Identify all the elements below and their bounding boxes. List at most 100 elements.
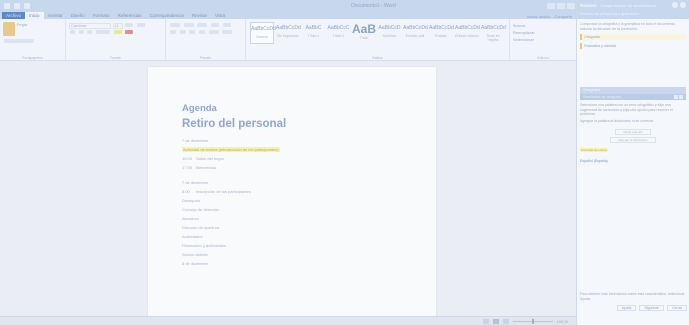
justify-button[interactable] [199,29,206,34]
font-color-button[interactable] [125,29,134,34]
document-line[interactable]: Discurso de apertura [182,223,402,232]
tab-correspondencia[interactable]: Correspondencia [146,12,188,19]
document-line[interactable]: Desayuno [182,196,402,205]
style-name: Texto en negrita [486,34,500,42]
font-name-select[interactable]: Cambria [69,22,111,29]
close-icon[interactable] [567,2,575,9]
tab-inicio[interactable]: Inicio [25,12,44,19]
document-line[interactable]: 7 de diciembre [182,178,402,187]
redo-icon[interactable] [24,2,30,9]
tab-insertar[interactable]: Insertar [44,12,67,19]
window-title: Documento1 - Word [351,2,396,9]
grow-font-button[interactable] [125,23,134,27]
style-normal[interactable]: AaBbCcDd Normal [250,22,276,44]
grammar-option-label: Gramática y claridad [584,44,617,48]
document-line[interactable]: Almuerzo [182,214,402,223]
numbering-button[interactable] [183,23,194,27]
strikethrough-button[interactable] [96,29,111,34]
document-line[interactable]: 8:00 Inscripción de los participantes [182,187,402,196]
paste-icon[interactable] [3,22,15,36]
decrease-indent-button[interactable] [211,23,220,27]
agenda-time: 8:00 [182,189,190,194]
ignore-once-button[interactable]: Omitir una vez [615,129,651,135]
document-line-text: 7 de diciembre [182,180,209,185]
seleccionar-button[interactable]: Seleccionar [513,36,573,43]
document-line[interactable]: Actividad de enlace (introducción de los… [182,145,402,154]
style-titulo[interactable]: AaB Título [352,22,376,44]
spelling-option[interactable]: Ortografía [580,34,686,40]
maximize-icon[interactable] [557,2,565,9]
style-enfasis-sutil[interactable]: AaBbCcDd Énfasis sutil [403,22,428,44]
bullets-button[interactable] [170,23,180,27]
underline-button[interactable] [87,29,93,34]
style-enfasis[interactable]: AaBbCcDd Énfasis [429,22,454,44]
line-spacing-button[interactable] [208,29,219,34]
document-line[interactable]: 16:00 Salón del hogar [182,154,402,163]
style-titulo-1[interactable]: AaBbC Título 1 [302,22,325,44]
ayuda-button[interactable]: Ayuda [616,305,637,311]
tab-formato[interactable]: Formato [89,12,114,19]
multilevel-button[interactable] [197,23,208,27]
document-title[interactable]: Agenda [182,103,402,114]
read-mode-icon[interactable] [482,318,489,324]
web-layout-icon[interactable] [502,318,509,324]
tab-diseno[interactable]: Diseño [67,12,89,19]
tab-referencias[interactable]: Referencias [114,12,146,19]
pane-header-link[interactable]: Comprobación de accesibilidad [601,3,657,8]
style-titulo-2[interactable]: AaBbCcC Título 2 [327,22,350,44]
document-line[interactable]: 17:30 Bienvenida [182,163,402,172]
style-sin-espaciado[interactable]: AaBbCcDd Sin espaciado [276,22,301,44]
style-name: Énfasis intenso [455,34,479,38]
font-size-select[interactable]: 11 [112,22,123,29]
close-pane-icon[interactable] [680,2,686,8]
print-layout-icon[interactable] [492,318,499,324]
style-enfasis-intenso[interactable]: AaBbCcDd Énfasis intenso [455,22,480,44]
siguiente-button[interactable]: Siguiente [639,305,665,311]
help-icon[interactable] [672,2,678,8]
document-subtitle[interactable]: Retiro del personal [182,118,402,130]
style-texto-en-negrita[interactable]: AaBbCcDd Texto en negrita [481,22,506,44]
align-right-button[interactable] [189,29,196,34]
save-icon[interactable] [4,2,10,9]
shrink-font-button[interactable] [137,23,146,27]
style-sample: AaBbCcDd [429,25,454,31]
undo-icon[interactable] [14,2,20,9]
style-name: Subtítulo [382,34,397,38]
document-line[interactable]: Consejo de dirección [182,205,402,214]
highlight-sample: Actividad de enlace [580,148,609,152]
grammar-option[interactable]: Gramática y claridad [580,43,686,49]
buscar-button[interactable]: Buscar [513,22,573,29]
document-page[interactable]: Agenda Retiro del personal 7 de diciembr… [148,67,436,316]
italic-button[interactable] [78,29,84,34]
cerrar-button[interactable]: Cerrar [667,305,687,311]
align-center-button[interactable] [179,29,186,34]
tab-revisar[interactable]: Revisar [188,12,211,19]
minimize-icon[interactable] [547,2,555,9]
align-left-button[interactable] [170,29,176,34]
agenda-time: 16:00 [182,156,193,161]
increase-indent-button[interactable] [222,23,231,27]
reemplazar-button[interactable]: Reemplazar [513,29,573,36]
document-line[interactable]: Planeación y actividades [182,241,402,250]
zoom-slider[interactable] [512,318,553,324]
language-label[interactable]: Español (España) [580,159,686,164]
zoom-level[interactable]: 100 % [557,319,568,324]
pane-buttons: Ayuda Siguiente Cerrar [580,305,687,311]
document-line-text: Consejo de dirección [182,207,220,212]
document-body[interactable]: 7 de diciembre Actividad de enlace (intro… [182,136,402,268]
next-icon[interactable] [679,95,683,99]
document-line[interactable]: 7 de diciembre [182,136,402,145]
bold-button[interactable] [70,29,75,34]
document-line[interactable]: 8 de diciembre [182,259,402,268]
document-line[interactable]: Actividades [182,232,402,241]
add-to-dictionary-button[interactable]: Agregar al diccionario [610,137,656,143]
highlight-color-button[interactable] [113,29,122,34]
style-subtitulo[interactable]: AaBbCcD Subtítulo [378,22,401,44]
previous-icon[interactable] [674,95,678,99]
shading-button[interactable] [222,29,233,34]
document-canvas[interactable]: Agenda Retiro del personal 7 de diciembr… [0,61,576,316]
cut-button[interactable] [4,39,34,43]
tab-vista[interactable]: Vista [211,12,229,19]
document-line[interactable]: Sesión abierta [182,250,402,259]
tab-archivo[interactable]: Archivo [2,12,26,19]
